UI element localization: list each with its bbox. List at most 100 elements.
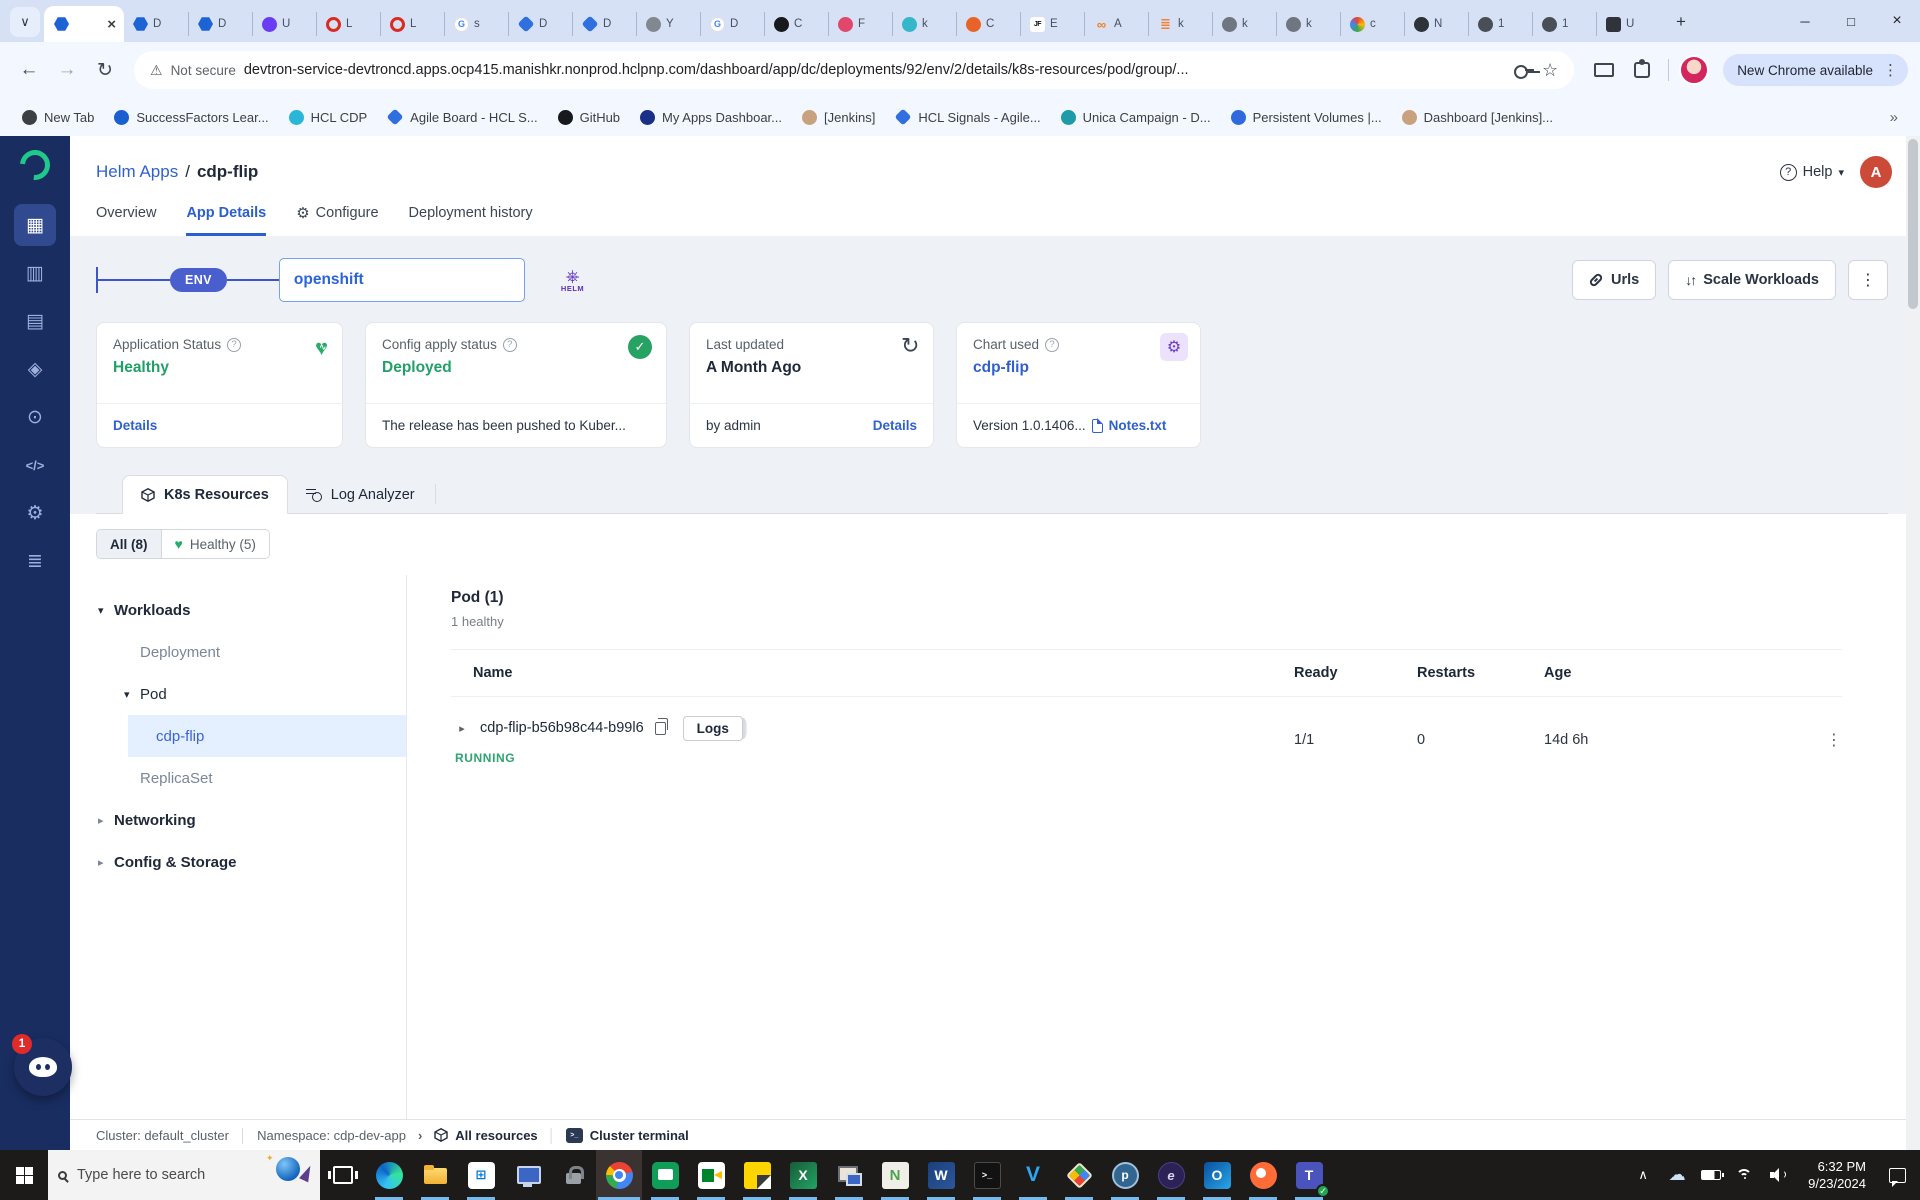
sidebar-item-jobs[interactable]: ▥ [14,252,56,294]
column-age[interactable]: Age [1544,665,1806,681]
browser-tab[interactable]: ∞ A [1084,12,1148,36]
info-icon[interactable]: ? [227,337,242,352]
environment-selector[interactable]: openshift [278,258,525,302]
bookmark-item[interactable]: Unica Campaign - D... [1053,106,1219,129]
column-name[interactable]: Name [451,665,1294,681]
devtron-logo[interactable] [13,143,57,187]
tray-chevron-up-icon[interactable]: ∧ [1628,1150,1658,1200]
bookmark-item[interactable]: [Jenkins] [794,106,883,129]
browser-tab[interactable]: 1 [1532,12,1596,36]
row-menu-icon[interactable]: ⋮ [1806,730,1842,750]
page-scrollbar[interactable] [1906,136,1920,1150]
wifi-icon[interactable] [1730,1150,1760,1200]
close-tab-icon[interactable]: × [107,16,116,33]
not-secure-label[interactable]: Not secure [171,63,236,78]
browser-tab[interactable]: 1 [1468,12,1532,36]
browser-tab[interactable]: D [188,12,252,36]
taskbar-task-view[interactable] [320,1150,366,1200]
taskbar-vscode[interactable]: V [1010,1150,1056,1200]
tab-search-button[interactable]: ∨ [10,7,40,37]
taskbar-google-meet[interactable] [688,1150,734,1200]
battery-icon[interactable] [1696,1150,1726,1200]
browser-tab[interactable]: k [1212,12,1276,36]
browser-tab[interactable]: L [316,12,380,36]
taskbar-postman[interactable] [1240,1150,1286,1200]
tree-item-cdp-flip[interactable]: cdp-flip [128,715,406,757]
onedrive-cloud-icon[interactable]: ☁ [1662,1150,1692,1200]
bookmark-item[interactable]: Agile Board - HCL S... [379,106,545,129]
caret-down-icon[interactable]: ▾ [98,604,114,617]
browser-tab[interactable]: L [380,12,444,36]
tree-item-pod[interactable]: ▾ Pod [70,673,406,715]
chrome-update-pill[interactable]: New Chrome available ⋮ [1723,54,1908,86]
all-resources-link[interactable]: All resources [434,1128,538,1143]
scale-workloads-button[interactable]: ↓↑ Scale Workloads [1668,260,1836,300]
taskbar-notes[interactable] [734,1150,780,1200]
tree-item-workloads[interactable]: ▾ Workloads [70,589,406,631]
browser-tab[interactable]: JF E [1020,12,1084,36]
volume-icon[interactable] [1764,1150,1794,1200]
filter-healthy[interactable]: ♥ Healthy (5) [161,530,269,558]
start-button[interactable] [0,1150,48,1200]
taskbar-kdiff[interactable] [1056,1150,1102,1200]
tree-item-deployment[interactable]: Deployment [70,631,406,673]
taskbar-lock-app[interactable] [550,1150,596,1200]
tab-log-analyzer[interactable]: Log Analyzer [288,475,433,514]
browser-tab[interactable]: C [956,12,1020,36]
browser-tab[interactable]: ≣ k [1148,12,1212,36]
taskbar-putty[interactable] [826,1150,872,1200]
logs-button[interactable]: Logs [682,715,743,741]
password-key-icon[interactable] [1514,64,1535,79]
taskbar-file-explorer[interactable] [412,1150,458,1200]
row-expand-caret[interactable]: ▸ [453,722,471,735]
taskbar-terminal[interactable]: >_ [964,1150,1010,1200]
browser-tab[interactable]: k [1276,12,1340,36]
taskbar-remote-desktop[interactable] [504,1150,550,1200]
scrollbar-thumb[interactable] [1908,139,1918,309]
sidebar-item-application-groups[interactable]: ▤ [14,300,56,342]
pod-name[interactable]: cdp-flip-b56b98c44-b99l6 [480,720,644,736]
sidebar-item-applications[interactable]: ▦ [14,204,56,246]
browser-tab[interactable]: C [764,12,828,36]
taskbar-eclipse[interactable]: e [1148,1150,1194,1200]
minimize-button[interactable]: ─ [1782,0,1828,42]
browser-tab[interactable]: Y [636,12,700,36]
help-menu[interactable]: ? Help ▾ [1779,163,1844,181]
taskbar-teams[interactable]: T ✓ [1286,1150,1332,1200]
bookmark-item[interactable]: HCL CDP [281,106,376,129]
filter-all[interactable]: All (8) [97,530,162,558]
search-highlights-art[interactable]: ✦ [266,1153,315,1183]
browser-tab[interactable]: F [828,12,892,36]
address-bar[interactable]: ⚠ Not secure devtron-service-devtroncd.a… [134,51,1575,89]
browser-tab[interactable]: U [252,12,316,36]
browser-menu-icon[interactable]: ⋮ [1879,61,1902,79]
action-center-button[interactable] [1880,1167,1914,1187]
close-window-button[interactable]: × [1874,0,1920,42]
updated-details-link[interactable]: Details [873,418,917,433]
new-tab-button[interactable]: + [1666,7,1696,37]
sidebar-item-resource-browser[interactable]: </> [14,444,56,486]
bookmarks-overflow-icon[interactable]: » [1882,109,1906,126]
bookmark-item[interactable]: My Apps Dashboar... [632,106,790,129]
caret-right-icon[interactable]: ▸ [98,856,114,869]
sidebar-item-stacks[interactable]: ≣ [14,540,56,582]
bookmark-item[interactable]: HCL Signals - Agile... [887,106,1048,129]
more-actions-button[interactable]: ⋮ [1848,260,1888,300]
maximize-button[interactable]: □ [1828,0,1874,42]
browser-tab[interactable]: D [508,12,572,36]
cast-icon[interactable] [1594,63,1615,77]
browser-profile-avatar[interactable] [1679,55,1710,85]
pod-table-row[interactable]: ▸ cdp-flip-b56b98c44-b99l6 Logs RUNNING … [451,697,1842,783]
copy-icon[interactable] [654,718,669,735]
tree-item-replicaset[interactable]: ReplicaSet [70,757,406,799]
caret-right-icon[interactable]: ▸ [98,814,114,827]
url-text[interactable]: devtron-service-devtroncd.apps.ocp415.ma… [244,62,1506,78]
info-icon[interactable]: ? [1045,337,1060,352]
taskbar-edge[interactable] [366,1150,412,1200]
browser-tab[interactable]: U [1596,12,1660,36]
bookmark-item[interactable]: New Tab [14,106,102,129]
bookmark-item[interactable]: SuccessFactors Lear... [106,106,276,129]
taskbar-excel[interactable]: X [780,1150,826,1200]
app-tab-app-details[interactable]: App Details [186,204,267,236]
browser-tab[interactable]: c [1340,12,1404,36]
